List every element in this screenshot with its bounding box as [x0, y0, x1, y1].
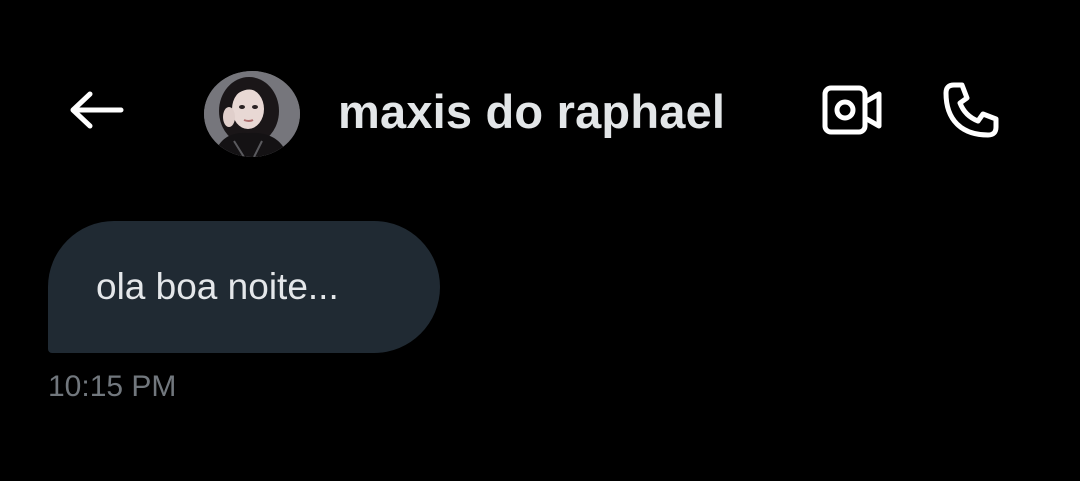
avatar-image	[204, 71, 300, 157]
message-timestamp: 10:15 PM	[48, 370, 177, 403]
chat-header: maxis do raphael	[0, 0, 1080, 215]
message-bubble[interactable]: ola boa noite...	[48, 221, 440, 353]
contact-name[interactable]: maxis do raphael	[338, 84, 725, 140]
message-text: ola boa noite...	[96, 266, 339, 307]
video-call-button[interactable]	[816, 78, 888, 142]
phone-icon	[943, 82, 999, 138]
video-camera-icon	[822, 85, 882, 135]
arrow-left-icon	[70, 91, 124, 129]
chat-screen: maxis do raphael ola boa noite... 10:15 …	[0, 0, 1080, 481]
avatar[interactable]	[204, 71, 300, 157]
back-button[interactable]	[62, 80, 132, 140]
voice-call-button[interactable]	[932, 74, 1010, 146]
